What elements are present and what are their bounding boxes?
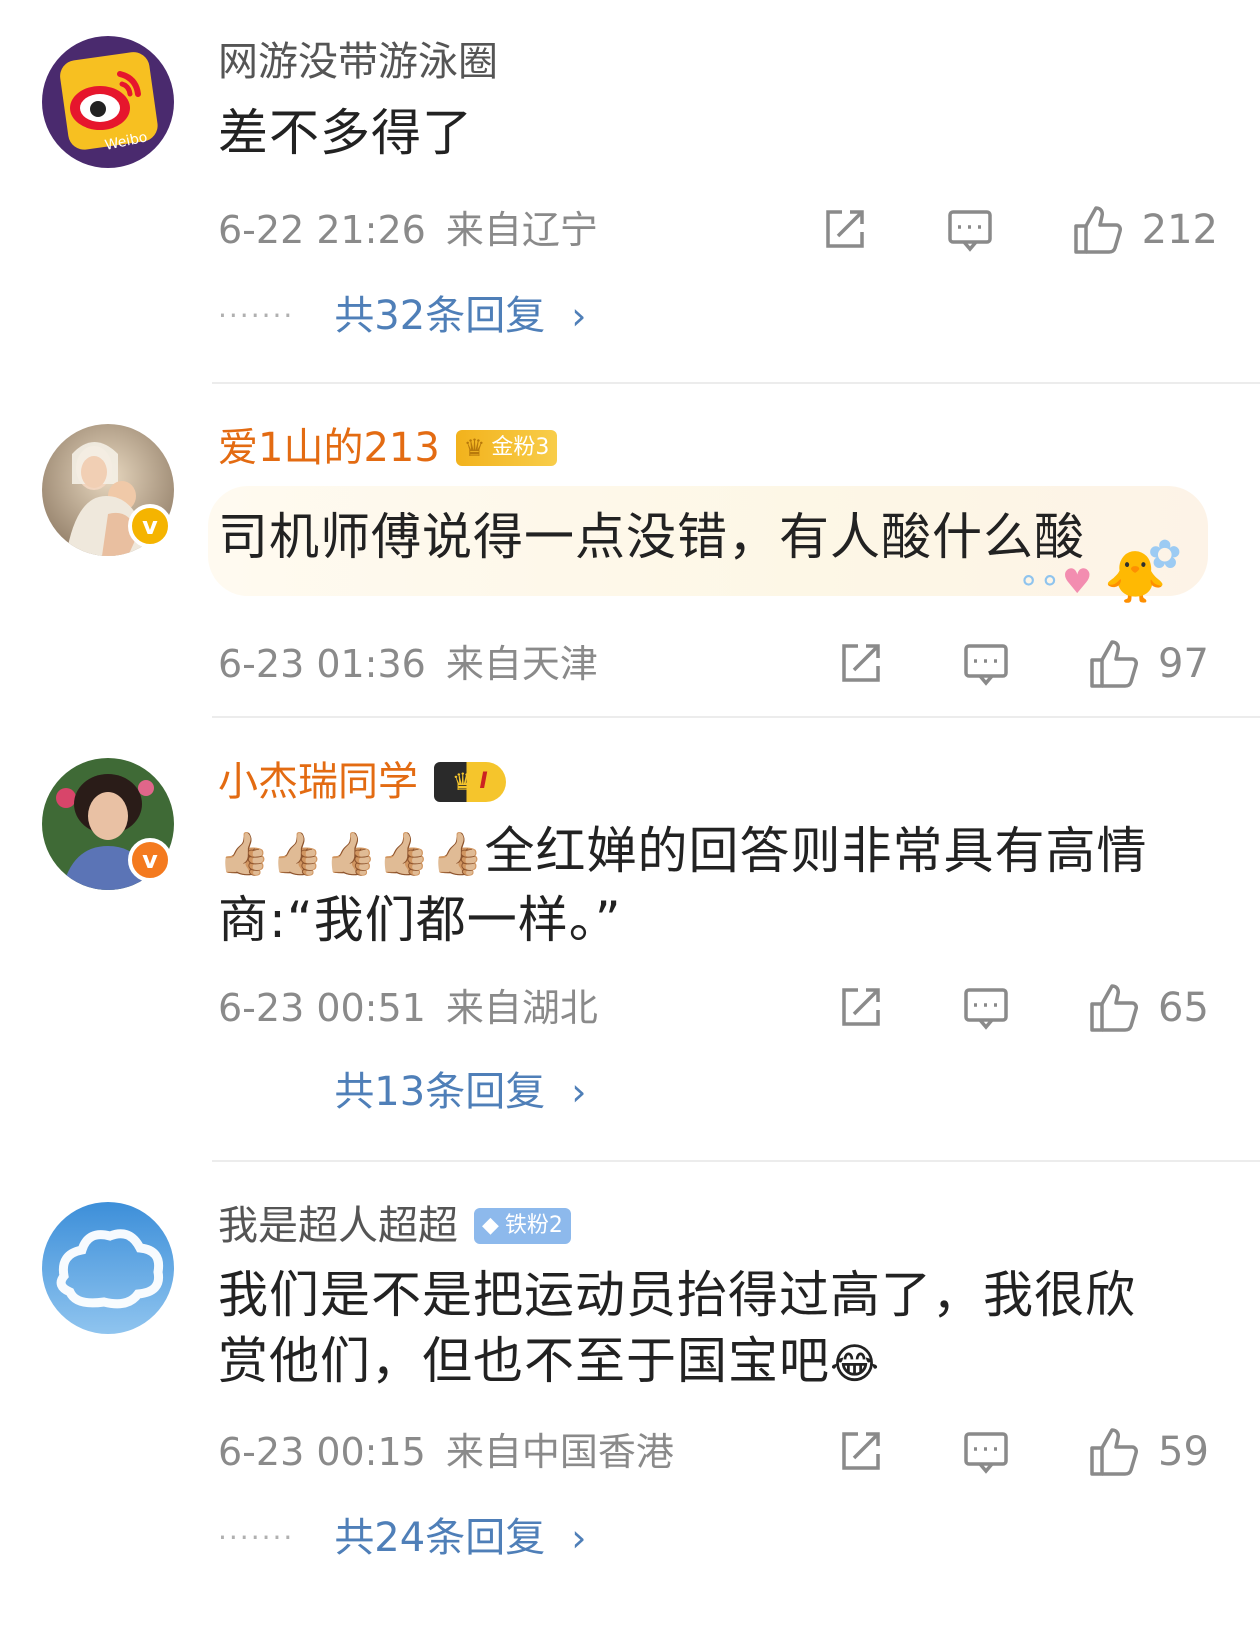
view-replies-link[interactable]: ······· 共13条回复 › (218, 1068, 586, 1116)
username[interactable]: 爱1山的213 ♛ 金粉3 (218, 424, 558, 472)
like-count: 65 (1158, 985, 1209, 1031)
view-replies-link[interactable]: ······· 共24条回复 › (218, 1514, 586, 1562)
like-count: 97 (1158, 641, 1209, 687)
like-count: 59 (1158, 1429, 1209, 1475)
username-text[interactable]: 我是超人超超 (218, 1202, 458, 1250)
like-count: 212 (1141, 207, 1218, 253)
comment-text: 👍🏼👍🏼👍🏼👍🏼👍🏼全红婵的回答则非常具有高情商:“我们都一样。” (218, 818, 1178, 953)
comment-icon (964, 644, 1008, 686)
share-icon (842, 1432, 880, 1470)
fan-badge[interactable]: ◆ 铁粉2 (474, 1208, 571, 1244)
comment-button[interactable] (962, 984, 1010, 1032)
comment-location: 来自中国香港 (445, 1430, 674, 1474)
thread-dots: ······· (218, 1521, 295, 1554)
share-icon (825, 210, 864, 248)
divider (212, 1160, 1260, 1162)
like-icon (1090, 984, 1138, 1032)
comment-time: 6-23 00:51 (218, 986, 426, 1030)
share-button[interactable] (836, 1428, 884, 1476)
chevron-right-icon: › (571, 1070, 587, 1114)
thread-dots: ······· (218, 299, 295, 332)
username[interactable]: 我是超人超超 ◆ 铁粉2 (218, 1202, 571, 1250)
comment-text: 我们是不是把运动员抬得过高了，我很欣赏他们，但也不至于国宝吧😂 (218, 1262, 1178, 1397)
comment-location: 来自天津 (445, 642, 598, 686)
avatar[interactable]: v (42, 424, 174, 556)
comment-icon (964, 1432, 1008, 1474)
thumbs-up-emoji: 👍🏼👍🏼👍🏼👍🏼👍🏼 (218, 829, 485, 878)
comment-location: 来自湖北 (445, 986, 598, 1030)
chevron-right-icon: › (571, 294, 587, 338)
chevron-right-icon: › (571, 1516, 587, 1560)
comment-icon (947, 210, 992, 252)
crying-laughing-emoji: 😂 (830, 1339, 881, 1388)
like-button[interactable]: 65 (1088, 982, 1218, 1034)
like-button[interactable]: 59 (1088, 1426, 1218, 1478)
comment-meta: 6-23 01:36 来自天津 (218, 642, 598, 686)
replies-count-text[interactable]: 共32条回复 (334, 292, 545, 340)
comment-meta: 6-22 21:26 来自辽宁 (218, 208, 598, 252)
comment-button[interactable] (946, 206, 994, 254)
comment-button[interactable] (962, 1428, 1010, 1476)
username[interactable]: 小杰瑞同学 ♛ I (218, 758, 506, 806)
comment-body: 我们是不是把运动员抬得过高了，我很欣赏他们，但也不至于国宝吧 (218, 1266, 1136, 1390)
like-icon (1090, 1428, 1138, 1476)
avatar[interactable] (42, 1202, 174, 1334)
comment-button[interactable] (962, 640, 1010, 688)
action-bar: 65 (836, 980, 1218, 1036)
vip-level: I (479, 769, 488, 794)
comment-meta: 6-23 00:15 来自中国香港 (218, 1430, 674, 1474)
replies-count-text[interactable]: 共24条回复 (334, 1514, 545, 1562)
avatar[interactable]: Weibo (42, 36, 174, 168)
share-icon (842, 644, 880, 682)
share-button[interactable] (836, 984, 884, 1032)
comment-time: 6-23 00:15 (218, 1430, 426, 1474)
action-bar: 212 (820, 202, 1218, 258)
fan-badge-label: 金粉3 (491, 435, 550, 460)
comment-text: 差不多得了 (218, 104, 473, 162)
fan-badge[interactable]: ♛ 金粉3 (455, 430, 558, 466)
username[interactable]: 网游没带游泳圈 (218, 38, 498, 86)
share-icon (842, 988, 880, 1026)
like-button[interactable]: 212 (1072, 204, 1218, 256)
verified-icon: v (128, 504, 172, 548)
like-icon (1073, 206, 1122, 254)
username-text[interactable]: 爱1山的213 (218, 424, 440, 472)
avatar[interactable]: v (42, 758, 174, 890)
comment-feed: Weibo 网游没带游泳圈 差不多得了 6-22 21:26 来自辽宁 212 ·… (0, 0, 1260, 1645)
like-button[interactable]: 97 (1088, 638, 1218, 690)
fan-badge-label: 铁粉2 (504, 1213, 563, 1238)
divider (212, 382, 1260, 384)
weibo-logo-avatar: Weibo (42, 36, 174, 168)
comment-location: 来自辽宁 (445, 208, 598, 252)
divider (212, 716, 1260, 718)
comment-meta: 6-23 00:51 来自湖北 (218, 986, 598, 1030)
crown-icon: ♛ (463, 434, 486, 462)
comment-icon (964, 988, 1008, 1030)
replies-count-text[interactable]: 共13条回复 (334, 1068, 545, 1116)
comment-time: 6-22 21:26 (218, 208, 426, 252)
share-button[interactable] (820, 206, 868, 254)
comment-text: 司机师傅说得一点没错，有人酸什么酸 (218, 508, 1085, 566)
username-text[interactable]: 网游没带游泳圈 (218, 38, 498, 86)
action-bar: 59 (836, 1424, 1218, 1480)
username-text[interactable]: 小杰瑞同学 (218, 758, 418, 806)
share-button[interactable] (836, 640, 884, 688)
vip-badge[interactable]: ♛ I (434, 762, 506, 802)
like-icon (1090, 640, 1138, 688)
diamond-icon: ◆ (482, 1213, 499, 1238)
crown-icon: ♛ (452, 768, 474, 796)
verified-icon: v (128, 838, 172, 882)
view-replies-link[interactable]: ······· 共32条回复 › (218, 292, 586, 340)
comment-time: 6-23 01:36 (218, 642, 426, 686)
cloud-avatar (42, 1202, 174, 1334)
action-bar: 97 (836, 636, 1218, 692)
